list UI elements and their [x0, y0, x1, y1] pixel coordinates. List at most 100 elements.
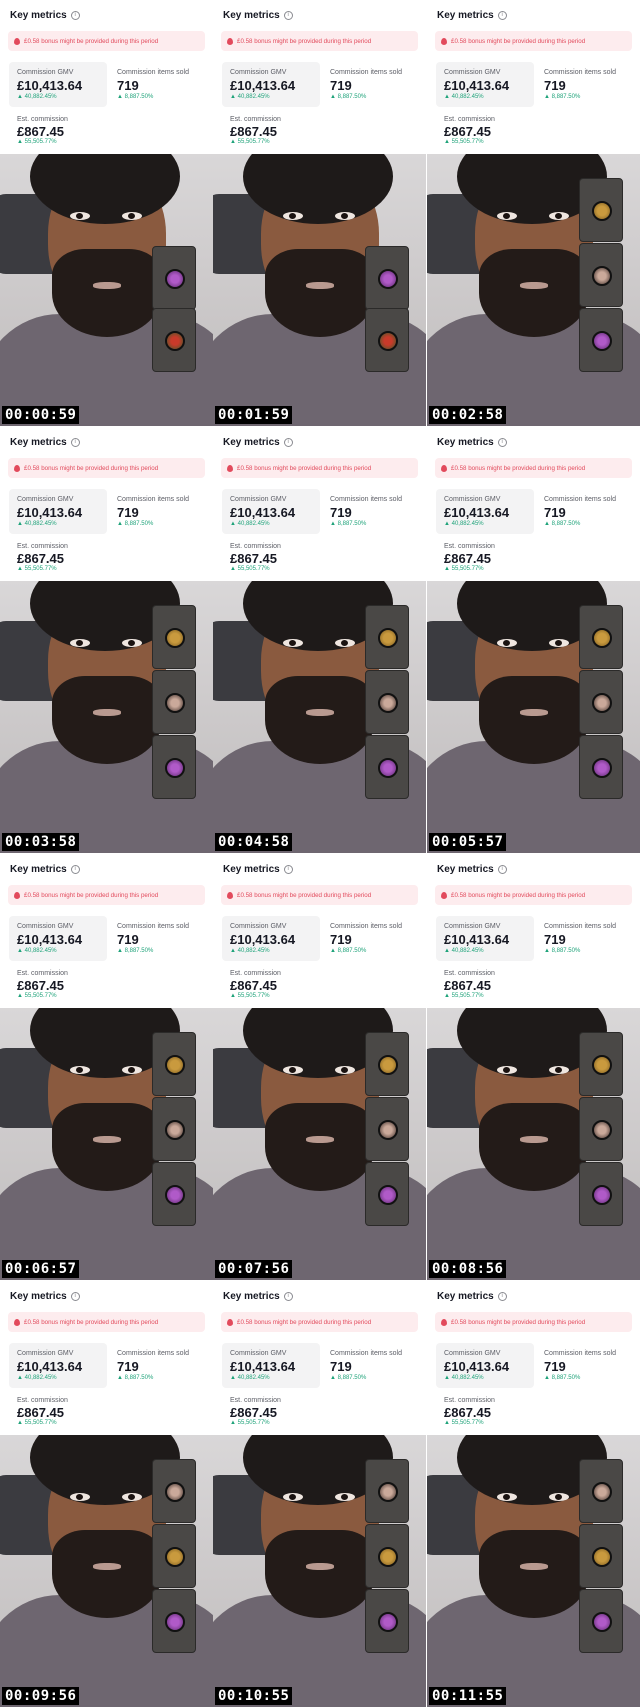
guest-pip-window[interactable] — [365, 1459, 409, 1523]
info-icon[interactable]: i — [283, 438, 293, 447]
video-frame-tile: Key metrics i £0.58 bonus might be provi… — [0, 0, 213, 426]
guest-pip-window[interactable] — [579, 1589, 623, 1653]
info-icon[interactable]: i — [70, 1292, 80, 1301]
info-icon[interactable]: i — [497, 865, 507, 874]
video-frame-tile: Key metrics i £0.58 bonus might be provi… — [0, 1281, 213, 1707]
info-icon[interactable]: i — [70, 865, 80, 874]
guest-avatar-icon — [378, 693, 398, 713]
guest-pip-window[interactable] — [152, 735, 196, 799]
guest-pip-window[interactable] — [365, 1032, 409, 1096]
bonus-banner: £0.58 bonus might be provided during thi… — [8, 458, 205, 478]
commission-gmv-label: Commission GMV — [230, 69, 287, 76]
guest-pip-window[interactable] — [152, 1459, 196, 1523]
key-metrics-header: Key metrics i — [437, 864, 507, 875]
info-icon[interactable]: i — [497, 1292, 507, 1301]
commission-gmv-card[interactable]: Commission GMV £10,413.64 ▲ 40,882.45% — [222, 1343, 320, 1388]
commission-gmv-card[interactable]: Commission GMV £10,413.64 ▲ 40,882.45% — [9, 62, 107, 107]
commission-gmv-card[interactable]: Commission GMV £10,413.64 ▲ 40,882.45% — [9, 916, 107, 961]
commission-gmv-card[interactable]: Commission GMV £10,413.64 ▲ 40,882.45% — [222, 916, 320, 961]
guest-pip-window[interactable] — [152, 1524, 196, 1588]
guest-pip-window[interactable] — [152, 670, 196, 734]
est-commission-change: ▲ 55,505.77% — [444, 139, 484, 145]
key-metrics-title: Key metrics — [10, 1291, 67, 1302]
info-icon[interactable]: i — [283, 865, 293, 874]
commission-gmv-card[interactable]: Commission GMV £10,413.64 ▲ 40,882.45% — [436, 1343, 534, 1388]
key-metrics-panel: Key metrics i £0.58 bonus might be provi… — [213, 427, 426, 581]
presenter-beard — [265, 1530, 375, 1618]
guest-pip-window[interactable] — [579, 1162, 623, 1226]
guest-pip-window[interactable] — [365, 1589, 409, 1653]
guest-pip-window[interactable] — [579, 670, 623, 734]
commission-gmv-change: ▲ 40,882.45% — [444, 521, 484, 527]
info-icon[interactable]: i — [70, 438, 80, 447]
guest-pip-window[interactable] — [579, 178, 623, 242]
video-frame-tile: Key metrics i £0.58 bonus might be provi… — [213, 427, 426, 853]
key-metrics-title: Key metrics — [437, 864, 494, 875]
presenter-eye-right — [335, 1066, 355, 1074]
items-sold-value: 719 — [330, 932, 352, 947]
info-icon[interactable]: i — [283, 11, 293, 20]
est-commission-value: £867.45 — [17, 978, 64, 993]
est-commission-value: £867.45 — [444, 978, 491, 993]
guest-avatar-icon — [165, 758, 185, 778]
guest-pip-window[interactable] — [365, 1524, 409, 1588]
bonus-banner: £0.58 bonus might be provided during thi… — [8, 885, 205, 905]
info-icon[interactable]: i — [70, 11, 80, 20]
presenter-beard — [479, 676, 589, 764]
guest-pip-window[interactable] — [579, 1097, 623, 1161]
guest-pip-window[interactable] — [579, 735, 623, 799]
guest-pip-window[interactable] — [152, 1032, 196, 1096]
guest-pip-window[interactable] — [579, 243, 623, 307]
guest-pip-window[interactable] — [152, 1162, 196, 1226]
guest-avatar-icon — [378, 269, 398, 289]
flame-icon — [14, 464, 20, 472]
presenter-mouth — [520, 709, 548, 716]
info-icon[interactable]: i — [497, 11, 507, 20]
guest-pip-window[interactable] — [152, 1589, 196, 1653]
key-metrics-header: Key metrics i — [223, 437, 293, 448]
guest-avatar-icon — [378, 1185, 398, 1205]
commission-gmv-card[interactable]: Commission GMV £10,413.64 ▲ 40,882.45% — [9, 489, 107, 534]
items-sold-label: Commission items sold — [544, 1350, 616, 1357]
guest-pip-window[interactable] — [365, 1097, 409, 1161]
commission-gmv-card[interactable]: Commission GMV £10,413.64 ▲ 40,882.45% — [222, 62, 320, 107]
est-commission-change: ▲ 55,505.77% — [444, 1420, 484, 1426]
commission-gmv-value: £10,413.64 — [17, 505, 83, 520]
presenter-beard — [265, 1103, 375, 1191]
guest-pip-window[interactable] — [365, 605, 409, 669]
presenter-mouth — [520, 1563, 548, 1570]
guest-pip-window[interactable] — [579, 605, 623, 669]
guest-pip-window[interactable] — [152, 605, 196, 669]
guest-pip-window[interactable] — [152, 246, 196, 310]
commission-gmv-card[interactable]: Commission GMV £10,413.64 ▲ 40,882.45% — [436, 489, 534, 534]
video-frame-tile: Key metrics i £0.58 bonus might be provi… — [427, 854, 640, 1280]
commission-gmv-card[interactable]: Commission GMV £10,413.64 ▲ 40,882.45% — [9, 1343, 107, 1388]
guest-pip-window[interactable] — [365, 735, 409, 799]
guest-pip-window[interactable] — [365, 246, 409, 310]
guest-pip-window[interactable] — [365, 1162, 409, 1226]
guest-pip-window[interactable] — [152, 308, 196, 372]
items-sold-value: 719 — [117, 1359, 139, 1374]
est-commission-value: £867.45 — [444, 551, 491, 566]
guest-pip-window[interactable] — [579, 1524, 623, 1588]
info-icon[interactable]: i — [283, 1292, 293, 1301]
guest-pip-window[interactable] — [365, 308, 409, 372]
commission-gmv-change: ▲ 40,882.45% — [230, 521, 270, 527]
presenter-mouth — [93, 282, 121, 289]
info-icon[interactable]: i — [497, 438, 507, 447]
guest-pip-window[interactable] — [579, 308, 623, 372]
commission-gmv-card[interactable]: Commission GMV £10,413.64 ▲ 40,882.45% — [436, 916, 534, 961]
commission-gmv-card[interactable]: Commission GMV £10,413.64 ▲ 40,882.45% — [436, 62, 534, 107]
commission-gmv-card[interactable]: Commission GMV £10,413.64 ▲ 40,882.45% — [222, 489, 320, 534]
live-video-feed: 00:01:59 — [213, 154, 426, 426]
guest-pip-window[interactable] — [579, 1032, 623, 1096]
guest-pip-window[interactable] — [152, 1097, 196, 1161]
guest-pip-window[interactable] — [579, 1459, 623, 1523]
presenter-mouth — [93, 1136, 121, 1143]
bonus-text: £0.58 bonus might be provided during thi… — [24, 891, 159, 899]
commission-gmv-value: £10,413.64 — [17, 932, 83, 947]
bonus-text: £0.58 bonus might be provided during thi… — [237, 891, 372, 899]
guest-pip-window[interactable] — [365, 670, 409, 734]
presenter-eye-right — [122, 1493, 142, 1501]
presenter-beard — [52, 1530, 162, 1618]
